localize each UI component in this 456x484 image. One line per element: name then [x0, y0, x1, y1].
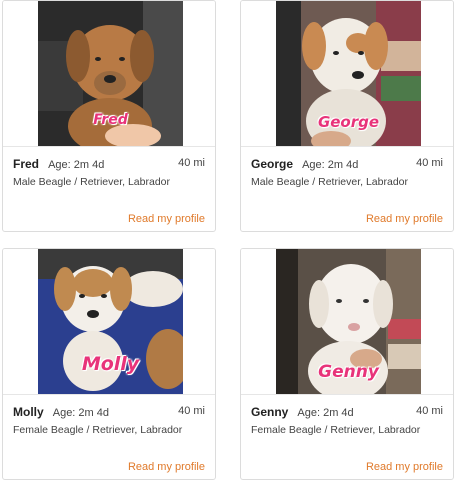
photo-frame: George — [241, 1, 453, 147]
card-info: Molly Age: 2m 4d 40 mi Female Beagle / R… — [13, 405, 205, 436]
pet-age: Age: 2m 4d — [302, 159, 359, 171]
pet-breed: Female Beagle / Retriever, Labrador — [251, 424, 421, 436]
puppy-photo-fred[interactable]: Fred — [38, 1, 183, 146]
card-info: Fred Age: 2m 4d 40 mi Male Beagle / Retr… — [13, 157, 205, 188]
pet-name[interactable]: Fred — [13, 157, 39, 171]
photo-name-overlay: Molly — [81, 353, 140, 375]
pet-breed: Female Beagle / Retriever, Labrador — [13, 424, 183, 436]
photo-frame: Molly — [3, 249, 215, 395]
pet-breed: Male Beagle / Retriever, Labrador — [13, 176, 171, 188]
pet-distance: 40 mi — [178, 405, 205, 417]
puppy-photo-genny[interactable]: Genny — [276, 249, 421, 394]
pet-age: Age: 2m 4d — [52, 407, 109, 419]
photo-name-overlay: Fred — [93, 112, 128, 128]
pet-card-fred[interactable]: Fred Fred Age: 2m 4d 40 mi Male Beagle /… — [2, 0, 216, 232]
puppy-photo-molly[interactable]: Molly — [38, 249, 183, 394]
pet-distance: 40 mi — [416, 405, 443, 417]
photo-frame: Fred — [3, 1, 215, 147]
pet-age: Age: 2m 4d — [297, 407, 354, 419]
pet-name[interactable]: George — [251, 157, 293, 171]
read-profile-link[interactable]: Read my profile — [128, 213, 205, 225]
photo-frame: Genny — [241, 249, 453, 395]
photo-name-overlay: George — [317, 113, 380, 131]
pet-name[interactable]: Molly — [13, 405, 44, 419]
read-profile-link[interactable]: Read my profile — [366, 461, 443, 473]
puppy-photo-george[interactable]: George — [276, 1, 421, 146]
card-info: George Age: 2m 4d 40 mi Male Beagle / Re… — [251, 157, 443, 188]
read-profile-link[interactable]: Read my profile — [366, 213, 443, 225]
read-profile-link[interactable]: Read my profile — [128, 461, 205, 473]
pet-breed: Male Beagle / Retriever, Labrador — [251, 176, 409, 188]
pet-card-george[interactable]: George George Age: 2m 4d 40 mi Male Beag… — [240, 0, 454, 232]
photo-name-overlay: Genny — [318, 362, 379, 382]
pet-age: Age: 2m 4d — [48, 159, 105, 171]
pet-distance: 40 mi — [178, 157, 205, 169]
pet-name[interactable]: Genny — [251, 405, 288, 419]
pet-distance: 40 mi — [416, 157, 443, 169]
card-info: Genny Age: 2m 4d 40 mi Female Beagle / R… — [251, 405, 443, 436]
pet-card-genny[interactable]: Genny Genny Age: 2m 4d 40 mi Female Beag… — [240, 248, 454, 480]
pet-card-molly[interactable]: Molly Molly Age: 2m 4d 40 mi Female Beag… — [2, 248, 216, 480]
